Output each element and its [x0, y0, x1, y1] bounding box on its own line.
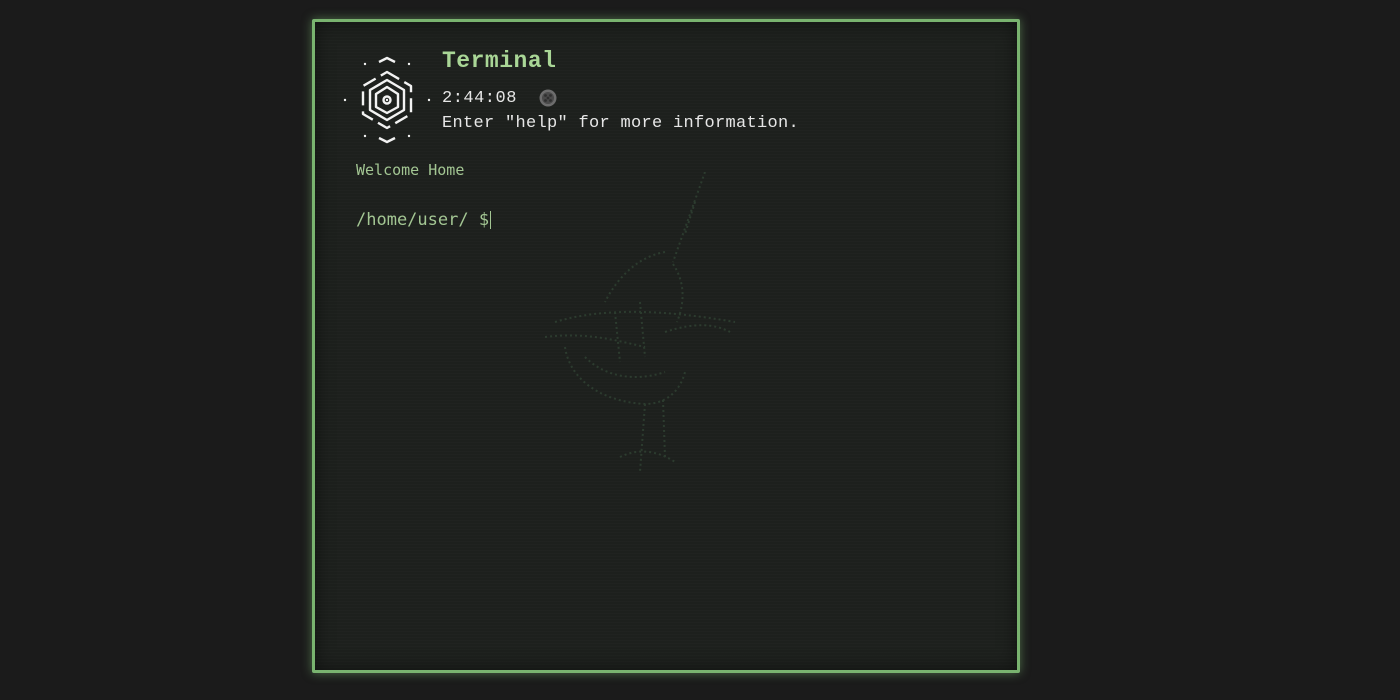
command-input[interactable]: [489, 209, 990, 231]
status-orb-icon: [539, 89, 557, 107]
welcome-message: Welcome Home: [356, 161, 465, 179]
help-hint: Enter "help" for more information.: [442, 114, 800, 133]
clock-row: 2:44:08: [442, 87, 557, 109]
app-title: Terminal: [442, 48, 557, 74]
clock-time: 2:44:08: [442, 88, 517, 108]
terminal-window[interactable]: Terminal 2:44:08 Enter "help" for more i…: [312, 19, 1020, 673]
command-line[interactable]: /home/user/ $: [356, 209, 990, 231]
mandala-logo-icon: [343, 56, 431, 144]
shell-prompt: /home/user/ $: [356, 210, 490, 230]
